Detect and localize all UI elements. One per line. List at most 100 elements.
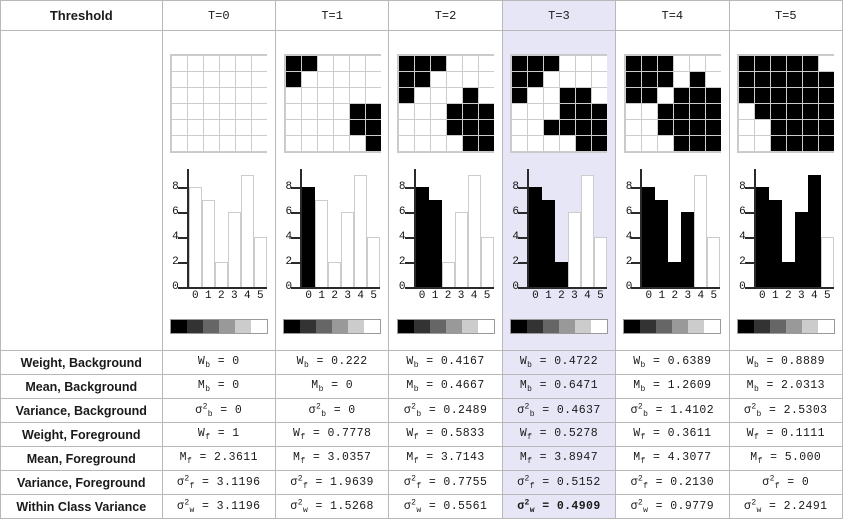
cell-2-0: σ2b = 0 — [161, 398, 276, 424]
image-pixel — [317, 103, 333, 119]
histogram-y-tick — [177, 286, 187, 289]
cell-1-0: Mb = 0 — [161, 374, 276, 400]
visualization-cell-2: 02468012345 — [388, 30, 503, 352]
histogram-y-tick — [517, 262, 527, 265]
image-pixel — [544, 55, 560, 71]
histogram-bar-1 — [315, 199, 329, 287]
histogram-x-tick-label: 2 — [444, 289, 452, 302]
image-pixel — [333, 71, 349, 87]
image-pixel — [431, 87, 447, 103]
histogram-bar-5 — [820, 237, 834, 287]
grayscale-swatch — [300, 319, 317, 333]
histogram-bar-4 — [354, 174, 368, 287]
histogram-bar-5 — [707, 237, 721, 287]
cell-3-1: Wf = 0.7778 — [274, 422, 390, 448]
histogram-y-tick-label: 2 — [625, 256, 633, 269]
grayscale-swatch — [817, 319, 834, 333]
image-pixel — [220, 103, 236, 119]
image-pixel — [625, 135, 641, 151]
histogram-y-tick — [631, 187, 641, 190]
thresholded-image-grid — [170, 53, 268, 153]
histogram-x-tick-label: 2 — [671, 289, 679, 302]
cell-3-0: Wf = 1 — [161, 422, 276, 448]
image-pixel — [673, 119, 689, 135]
image-pixel — [236, 71, 252, 87]
histogram-bar-2 — [781, 262, 795, 287]
image-pixel — [705, 119, 721, 135]
row-label-0: Weight, Background — [0, 350, 163, 376]
histogram-x-tick-label: 1 — [771, 289, 779, 302]
image-pixel — [803, 87, 819, 103]
image-pixel — [252, 103, 268, 119]
histogram-x-tick-label: 4 — [697, 289, 705, 302]
image-pixel — [657, 135, 673, 151]
image-pixel — [560, 55, 576, 71]
image-pixel — [285, 71, 301, 87]
image-pixel — [447, 71, 463, 87]
histogram-y-tick — [517, 212, 527, 215]
grayscale-swatch — [542, 319, 559, 333]
image-pixel — [576, 71, 592, 87]
histogram-bar-0 — [755, 187, 769, 287]
histogram-x-tick-labels: 012345 — [756, 290, 834, 302]
cell-5-4: σ2f = 0.2130 — [615, 470, 730, 496]
image-pixel — [317, 119, 333, 135]
otsu-threshold-table: Threshold T=0 T=1 T=2 T=3 T=4 T=5 0 2 4 6 8 0 1 2 3 4 5 0 2… — [0, 0, 843, 519]
histogram-y-tick-label: 8 — [398, 181, 406, 194]
image-pixel — [349, 135, 365, 151]
histogram-x-tick-label: 3 — [684, 289, 692, 302]
cell-4-5: Mf = 5.000 — [728, 446, 843, 472]
image-pixel — [236, 55, 252, 71]
metric-symbol: W — [746, 355, 754, 369]
cell-6-4: σ2w = 0.9779 — [615, 494, 730, 519]
table-row: Variance, Background σ2b = 0 σ2b = 0 σ2b = … — [0, 398, 843, 424]
image-pixel — [285, 135, 301, 151]
metric-value: = 3.8947 — [532, 451, 599, 465]
image-pixel — [220, 135, 236, 151]
cell-0-5: Wb = 0.8889 — [728, 350, 843, 376]
image-pixel — [479, 87, 495, 103]
histogram-chart: 02468012345 — [509, 168, 609, 305]
grayscale-swatch — [785, 319, 802, 333]
histogram-chart: 02468012345 — [622, 168, 722, 305]
image-pixel — [333, 87, 349, 103]
histogram-bar-5 — [367, 237, 381, 287]
image-pixel — [317, 135, 333, 151]
image-pixel — [301, 55, 317, 71]
image-pixel — [803, 71, 819, 87]
histogram-x-tick-label: 0 — [645, 289, 653, 302]
histogram-x-tick-label: 3 — [230, 289, 238, 302]
image-pixel — [787, 103, 803, 119]
image-pixel — [512, 119, 528, 135]
histogram-x-tick-label: 5 — [710, 289, 718, 302]
histogram-y-tick-label: 2 — [739, 256, 746, 269]
image-pixel — [512, 135, 528, 151]
grayscale-swatch — [284, 319, 301, 333]
histogram-y-tick-label: 8 — [625, 181, 633, 194]
metric-value: = 3.1196 — [194, 475, 261, 489]
image-pixel — [204, 103, 220, 119]
image-pixel — [188, 119, 204, 135]
histogram-x-tick-label: 4 — [584, 289, 591, 302]
histogram-x-tick-label: 0 — [305, 289, 312, 302]
histogram-x-tick-label: 4 — [470, 289, 478, 302]
image-pixel — [512, 103, 528, 119]
image-pixel — [739, 87, 755, 103]
threshold-column-header-5: T=5 — [728, 0, 843, 32]
histogram-x-tick-label: 1 — [204, 289, 212, 302]
metric-value: = 0.4637 — [534, 404, 601, 418]
histogram-y-tick — [404, 212, 414, 215]
row-label-1: Mean, Background — [0, 374, 163, 400]
image-pixel — [657, 87, 673, 103]
image-pixel — [705, 55, 721, 71]
image-pixel — [204, 119, 220, 135]
metric-symbol: M — [750, 451, 758, 465]
image-pixel — [285, 119, 301, 135]
histogram-x-tick-label: 5 — [483, 289, 491, 302]
histogram-bar-2 — [441, 262, 455, 287]
histogram-x-axis — [753, 286, 834, 289]
image-pixel — [560, 103, 576, 119]
histogram-y-tick — [404, 262, 414, 265]
image-pixel — [673, 71, 689, 87]
metric-value: = 3.1196 — [194, 499, 261, 513]
